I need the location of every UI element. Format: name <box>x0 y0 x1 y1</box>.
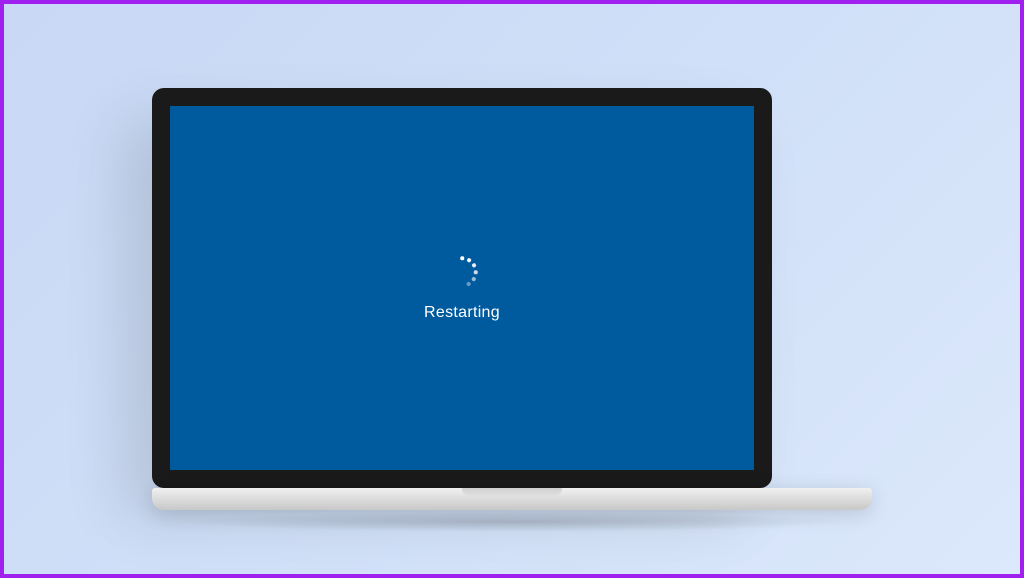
laptop-hinge-notch <box>462 488 562 496</box>
windows-restart-screen: Restarting <box>170 106 754 470</box>
restart-status-text: Restarting <box>424 304 500 322</box>
laptop-bezel: Restarting <box>152 88 772 488</box>
laptop-keyboard-base <box>152 488 872 510</box>
laptop-device: Restarting <box>152 88 872 510</box>
laptop-shadow <box>172 512 852 532</box>
loading-spinner-icon <box>444 254 480 290</box>
